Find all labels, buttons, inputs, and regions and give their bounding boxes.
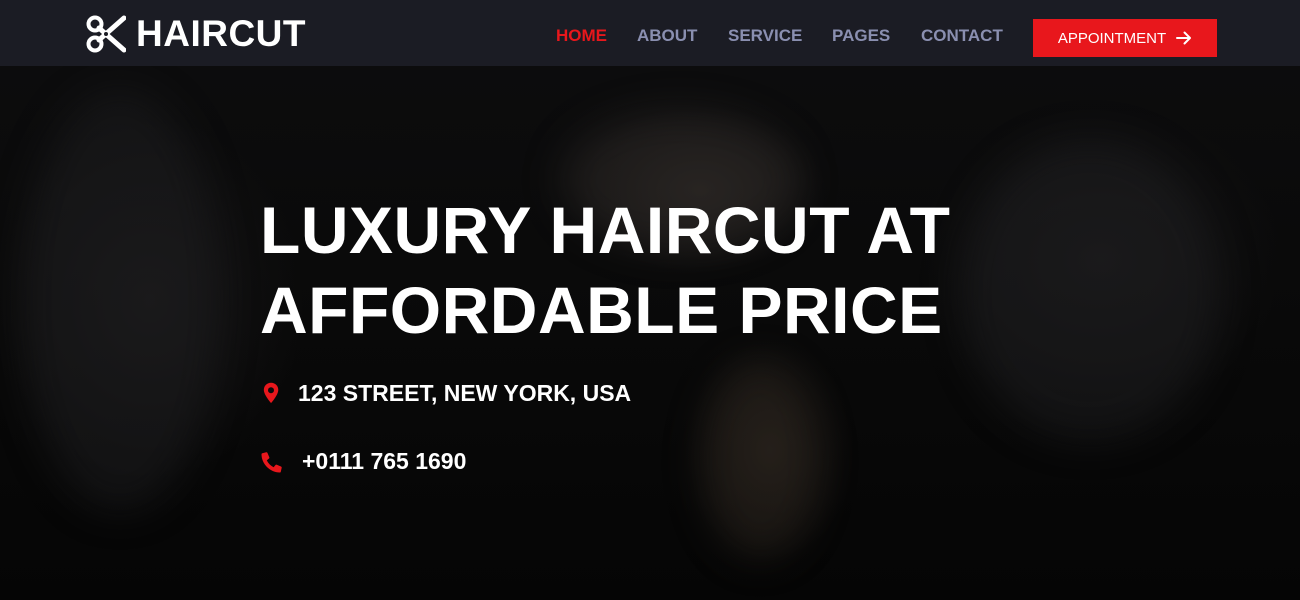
brand-name: HAIRCUT [136, 13, 306, 54]
address-row: 123 STREET, NEW YORK, USA [260, 380, 631, 407]
background-blur [20, 90, 220, 510]
hero-headline: LUXURY HAIRCUT AT AFFORDABLE PRICE [260, 190, 1020, 350]
map-marker-icon [260, 381, 282, 407]
appointment-button-label: APPOINTMENT [1057, 29, 1167, 47]
nav-item-about[interactable]: ABOUT [637, 26, 697, 46]
navbar: HAIRCUT HOME ABOUT SERVICE PAGES CONTACT… [0, 0, 1300, 66]
nav-item-contact[interactable]: CONTACT [921, 26, 1003, 46]
scissors-icon [86, 14, 127, 54]
hero-headline-line-2: AFFORDABLE PRICE [260, 273, 943, 347]
nav-item-home[interactable]: HOME [556, 26, 607, 46]
phone-row: +0111 765 1690 [260, 448, 466, 475]
appointment-button[interactable]: APPOINTMENT [1033, 19, 1217, 57]
nav-item-service[interactable]: SERVICE [728, 26, 802, 46]
hero-headline-line-1: LUXURY HAIRCUT AT [260, 193, 951, 267]
arrow-right-icon [1176, 31, 1192, 45]
phone-icon [260, 449, 282, 475]
address-text: 123 STREET, NEW YORK, USA [298, 380, 632, 406]
background-blur [700, 360, 820, 560]
page: HAIRCUT HOME ABOUT SERVICE PAGES CONTACT… [0, 0, 1300, 600]
nav-item-pages[interactable]: PAGES [832, 26, 890, 46]
brand-logo-link[interactable]: HAIRCUT [86, 15, 306, 53]
phone-text: +0111 765 1690 [302, 448, 467, 474]
